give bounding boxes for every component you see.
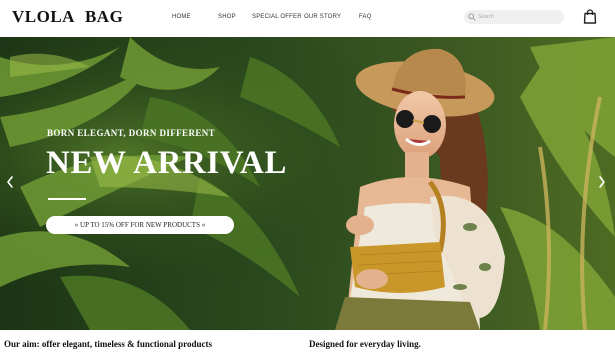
logo-word-1: VLOLA	[12, 7, 75, 26]
chevron-left-icon[interactable]	[4, 174, 16, 190]
hero-image	[0, 37, 615, 330]
tagline-left: Our aim: offer elegant, timeless & funct…	[4, 339, 212, 349]
chevron-right-icon[interactable]	[596, 174, 608, 190]
promo-button[interactable]: » UP TO 15% OFF FOR NEW PRODUCTS «	[46, 216, 234, 234]
nav-our-story[interactable]: OUR STORY	[304, 14, 341, 20]
nav-special-offer[interactable]: SPECIAL OFFER	[252, 14, 302, 20]
hero-title: NEW ARRIVAL	[46, 145, 288, 181]
site-header: VLOLA BAG HOME SHOP SPECIAL OFFER OUR STO…	[0, 0, 615, 37]
hero-divider	[48, 198, 86, 200]
hero-banner: BORN ELEGANT, DORN DIFFERENT NEW ARRIVAL…	[0, 37, 615, 330]
search-icon[interactable]	[468, 13, 476, 21]
search-box[interactable]	[464, 10, 564, 24]
nav-shop[interactable]: SHOP	[218, 14, 236, 20]
logo-word-2: BAG	[84, 7, 124, 26]
hero-eyebrow: BORN ELEGANT, DORN DIFFERENT	[47, 128, 216, 138]
brand-logo[interactable]: VLOLA BAG	[12, 7, 123, 27]
nav-home[interactable]: HOME	[172, 14, 191, 20]
search-input[interactable]	[478, 11, 558, 23]
tagline-strip: Our aim: offer elegant, timeless & funct…	[0, 330, 615, 362]
nav-faq[interactable]: FAQ	[359, 14, 372, 20]
tagline-right: Designed for everyday living.	[309, 339, 421, 349]
shopping-bag-icon[interactable]	[583, 9, 597, 24]
